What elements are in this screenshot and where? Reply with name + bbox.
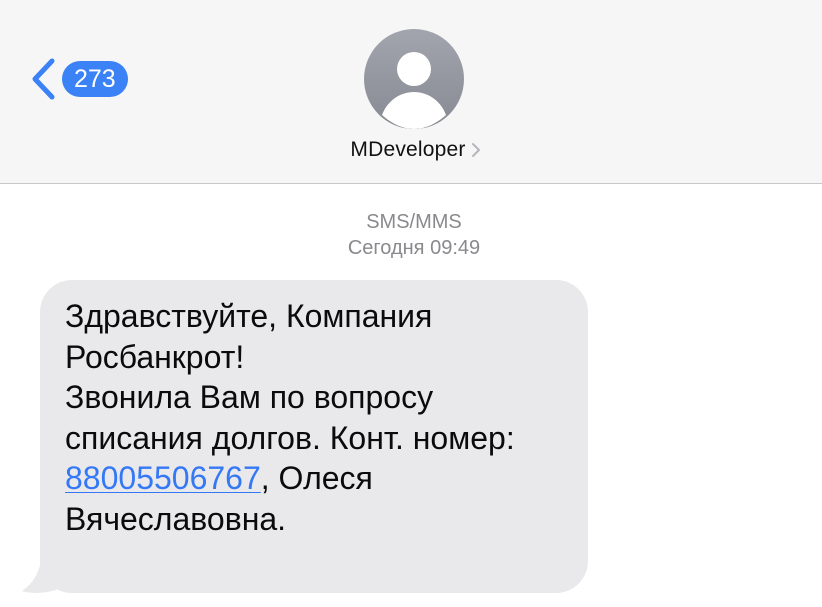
navigation-header: 273 MDeveloper — [0, 0, 822, 184]
incoming-message-bubble[interactable]: Здравствуйте, Компания Росбанкрот! Звони… — [40, 280, 588, 593]
message-timestamp: Сегодня 09:49 — [347, 237, 481, 259]
back-button[interactable]: 273 — [26, 52, 128, 106]
message-meta: SMS/MMS Сегодня 09:49 — [0, 209, 822, 261]
chevron-left-icon — [32, 58, 55, 100]
person-icon — [382, 52, 446, 129]
contact-name-button[interactable]: MDeveloper — [0, 138, 822, 162]
service-label: SMS/MMS — [366, 211, 462, 233]
unread-count-badge: 273 — [62, 61, 128, 97]
phone-number-link[interactable]: 88005506767 — [65, 460, 261, 496]
contact-avatar[interactable] — [364, 29, 464, 129]
chevron-right-icon — [471, 143, 480, 157]
message-text-start: Здравствуйте, Компания Росбанкрот! Звони… — [65, 298, 515, 456]
contact-name: MDeveloper — [350, 138, 466, 161]
